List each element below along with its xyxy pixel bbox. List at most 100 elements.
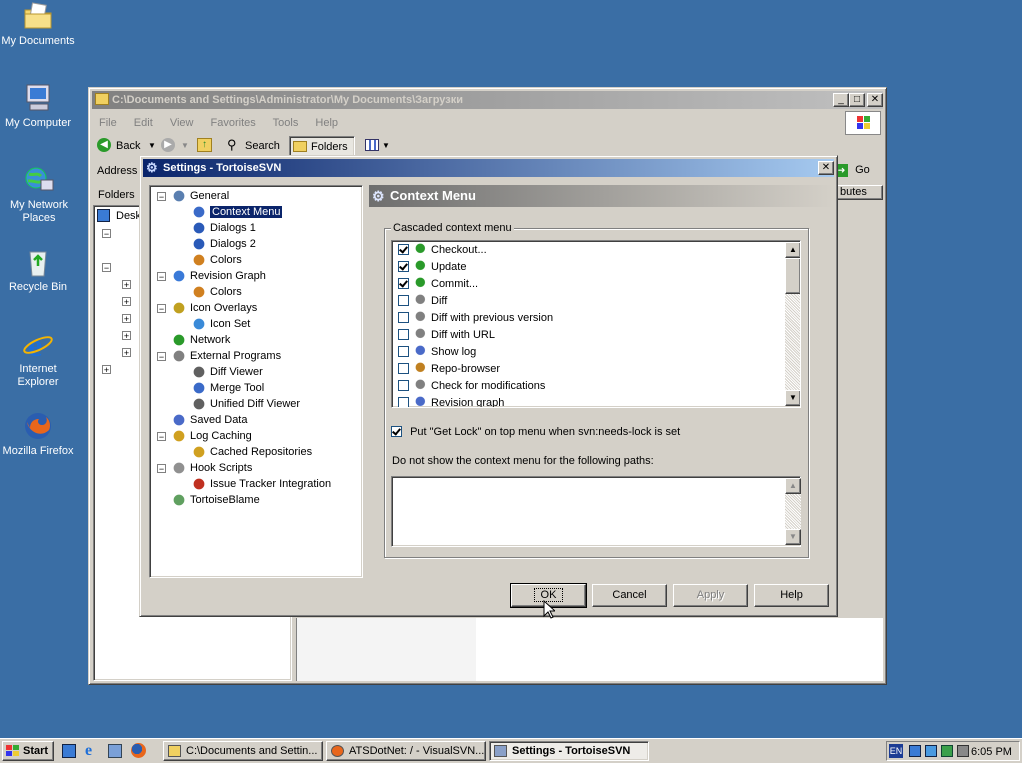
context-menu-item[interactable]: Update	[398, 259, 466, 276]
context-menu-item-checkbox[interactable]	[398, 243, 409, 255]
context-menu-item-checkbox[interactable]	[398, 260, 409, 272]
tree-expander[interactable]: +	[122, 297, 131, 307]
menu-help[interactable]: Help	[315, 117, 338, 129]
close-button[interactable]: ✕	[867, 93, 883, 107]
settings-tree-item[interactable]: Saved Data	[171, 412, 247, 428]
scroll-up-button[interactable]: ▲	[785, 242, 800, 258]
settings-tree-item[interactable]: TortoiseBlame	[171, 492, 260, 508]
context-menu-item-checkbox[interactable]	[398, 328, 409, 340]
quicklaunch-desktop-icon[interactable]	[62, 744, 76, 758]
tray-green-icon[interactable]	[941, 745, 953, 757]
tree-expander[interactable]: +	[122, 314, 131, 324]
settings-tree-item[interactable]: Icon Overlays	[171, 300, 257, 316]
tree-expander[interactable]: −	[157, 304, 166, 314]
context-menu-items-list[interactable]: Checkout... Update Commit... Diff Diff with …	[391, 240, 801, 408]
context-menu-item-checkbox[interactable]	[398, 345, 409, 357]
up-folder-icon[interactable]: ↑	[197, 138, 212, 152]
menu-view[interactable]: View	[170, 117, 194, 129]
context-menu-item[interactable]: Check for modifications	[398, 378, 545, 395]
settings-tree-item[interactable]: External Programs	[171, 348, 281, 364]
tree-expander[interactable]: −	[157, 192, 166, 202]
tree-expander[interactable]: −	[102, 229, 111, 239]
settings-tree-item[interactable]: Dialogs 2	[191, 236, 256, 252]
settings-tree-item[interactable]: Cached Repositories	[191, 444, 312, 460]
context-menu-item-checkbox[interactable]	[398, 362, 409, 374]
context-menu-item-checkbox[interactable]	[398, 294, 409, 306]
context-menu-item[interactable]: Diff	[398, 293, 447, 310]
settings-tree-item[interactable]: Unified Diff Viewer	[191, 396, 300, 412]
tray-network-icon[interactable]	[909, 745, 921, 757]
desktop-icon-firefox[interactable]: Mozilla Firefox	[0, 410, 78, 458]
exclude-paths-textarea[interactable]: ▲ ▼	[391, 476, 801, 547]
desktop-icon-my-computer[interactable]: My Computer	[0, 82, 78, 130]
minimize-button[interactable]: _	[833, 93, 849, 107]
context-menu-item[interactable]: Commit...	[398, 276, 478, 293]
context-menu-item[interactable]: Diff with previous version	[398, 310, 553, 327]
settings-tree-item[interactable]: Diff Viewer	[191, 364, 263, 380]
settings-tree-item[interactable]: Dialogs 1	[191, 220, 256, 236]
settings-tree-item[interactable]: Network	[171, 332, 230, 348]
quicklaunch-firefox-icon[interactable]	[131, 743, 146, 758]
settings-title-bar[interactable]: ⚙ Settings - TortoiseSVN	[143, 159, 834, 177]
settings-tree-item[interactable]: Log Caching	[171, 428, 252, 444]
desktop-icon-my-documents[interactable]: My Documents	[0, 0, 78, 48]
scroll-down-button[interactable]: ▼	[785, 390, 800, 406]
go-button[interactable]: ➜ Go	[835, 161, 881, 181]
settings-tree-item[interactable]: Merge Tool	[191, 380, 264, 396]
help-button[interactable]: Help	[754, 584, 829, 607]
settings-tree-item[interactable]: Colors	[191, 252, 242, 268]
settings-tree-item[interactable]: Hook Scripts	[171, 460, 252, 476]
menu-file[interactable]: File	[99, 117, 117, 129]
settings-tree-item[interactable]: General	[171, 188, 229, 204]
explorer-title-bar[interactable]: C:\Documents and Settings\Administrator\…	[92, 91, 883, 109]
context-menu-item[interactable]: Repo-browser	[398, 361, 500, 378]
back-icon[interactable]: ◀	[97, 138, 111, 152]
tree-expander[interactable]: +	[102, 365, 111, 375]
cancel-button[interactable]: Cancel	[592, 584, 667, 607]
forward-dropdown-icon[interactable]: ▼	[181, 138, 189, 154]
desktop-icon-internet-explorer[interactable]: e Internet Explorer	[0, 327, 78, 389]
context-menu-item-checkbox[interactable]	[398, 311, 409, 323]
quicklaunch-media-icon[interactable]	[108, 744, 122, 758]
folders-button[interactable]: Folders	[289, 136, 355, 157]
scroll-thumb[interactable]	[785, 258, 800, 294]
views-icon[interactable]	[365, 139, 379, 151]
textarea-scroll-up[interactable]: ▲	[785, 478, 801, 494]
textarea-scrollbar[interactable]: ▲ ▼	[785, 478, 801, 545]
menu-favorites[interactable]: Favorites	[211, 117, 256, 129]
tree-expander[interactable]: −	[157, 352, 166, 362]
taskbar-task[interactable]: ATSDotNet: / - VisualSVN...	[326, 741, 486, 761]
settings-tree-item[interactable]: Icon Set	[191, 316, 250, 332]
back-dropdown-icon[interactable]: ▼	[148, 138, 156, 154]
start-button[interactable]: Start	[2, 741, 54, 761]
dialog-close-button[interactable]: ✕	[818, 161, 834, 175]
forward-icon[interactable]: ▶	[161, 138, 175, 152]
column-header[interactable]: butes	[835, 185, 883, 200]
context-menu-item-checkbox[interactable]	[398, 277, 409, 289]
list-scrollbar[interactable]: ▲ ▼	[785, 242, 800, 406]
tree-expander[interactable]: +	[122, 348, 131, 358]
textarea-scroll-down[interactable]: ▼	[785, 529, 801, 545]
settings-tree[interactable]: − General Context Menu Dialogs 1 Dialogs 2 Co…	[149, 185, 363, 578]
taskbar-task[interactable]: Settings - TortoiseSVN	[489, 741, 649, 761]
tree-item-desktop[interactable]: Desk	[116, 209, 141, 223]
desktop-icon-recycle-bin[interactable]: Recycle Bin	[0, 246, 78, 294]
maximize-button[interactable]: □	[849, 93, 865, 107]
desktop-icon-network[interactable]: My Network Places	[0, 164, 80, 225]
settings-tree-item[interactable]: Context Menu	[191, 204, 284, 220]
search-button[interactable]: Search	[245, 138, 280, 154]
menu-edit[interactable]: Edit	[134, 117, 153, 129]
settings-tree-item[interactable]: Revision Graph	[171, 268, 266, 284]
settings-dialog[interactable]: ⚙ Settings - TortoiseSVN ✕ − General Conte…	[139, 155, 838, 617]
tree-expander[interactable]: −	[157, 432, 166, 442]
apply-button[interactable]: Apply	[673, 584, 748, 607]
language-indicator[interactable]: EN	[889, 744, 903, 758]
tree-expander[interactable]: −	[102, 263, 111, 273]
context-menu-item-checkbox[interactable]	[398, 396, 409, 407]
quicklaunch-ie-icon[interactable]: e	[85, 741, 92, 761]
context-menu-item-checkbox[interactable]	[398, 379, 409, 391]
back-button[interactable]: Back	[116, 138, 140, 154]
get-lock-checkbox-row[interactable]: Put "Get Lock" on top menu when svn:need…	[391, 424, 680, 440]
context-menu-item[interactable]: Show log	[398, 344, 476, 361]
file-list-area[interactable]	[476, 618, 883, 681]
